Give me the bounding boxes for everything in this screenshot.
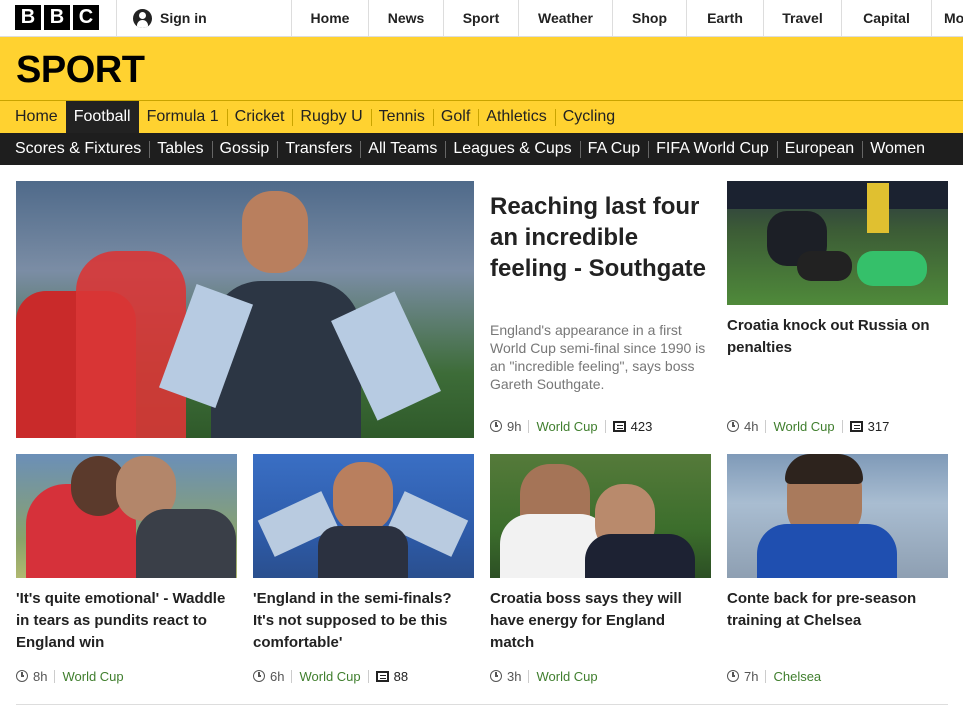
story-meta: 3h World Cup [490,668,598,684]
comments-count[interactable]: 423 [631,419,653,434]
global-nav-news[interactable]: News [368,0,443,36]
story-meta: 7h Chelsea [727,668,821,684]
story-section-link[interactable]: World Cup [299,669,360,684]
sport-nav-cycling[interactable]: Cycling [554,101,623,133]
football-nav-transfers[interactable]: Transfers [277,133,360,165]
section-divider [16,704,948,705]
story-headline[interactable]: Croatia knock out Russia on penalties [727,315,948,359]
football-nav-leagues-cups[interactable]: Leagues & Cups [445,133,579,165]
sport-nav-athletics[interactable]: Athletics [478,101,554,133]
story-image[interactable] [253,454,474,578]
global-nav-weather[interactable]: Weather [518,0,612,36]
global-nav-more[interactable]: Mo [931,0,963,36]
comments-icon [375,670,389,682]
bbc-global-header: B B C Sign in Home News Sport Weather Sh… [0,0,963,37]
clock-icon [490,670,502,682]
sport-title[interactable]: SPORT [16,50,145,90]
bbc-logo[interactable]: B B C [15,5,99,30]
sport-masthead: SPORT [0,37,963,101]
global-nav: Home News Sport Weather Shop Earth Trave… [291,0,963,36]
sport-nav-cricket[interactable]: Cricket [226,101,293,133]
story-image[interactable] [16,454,237,578]
bbc-logo-letter: C [73,5,99,30]
sport-nav-formula1[interactable]: Formula 1 [139,101,227,133]
story-image[interactable] [727,454,948,578]
comments-count[interactable]: 317 [868,419,890,434]
story-section-link[interactable]: World Cup [536,669,597,684]
football-nav-scores-fixtures[interactable]: Scores & Fixtures [7,133,149,165]
bbc-logo-letter: B [15,5,41,30]
lead-story-summary: England's appearance in a first World Cu… [490,322,706,392]
comments-icon [849,420,863,432]
clock-icon [490,420,502,432]
sport-nav: Home Football Formula 1 Cricket Rugby U … [0,101,963,133]
lead-story-meta: 9h World Cup 423 [490,418,652,434]
signin-link[interactable]: Sign in [116,0,292,36]
sport-nav-golf[interactable]: Golf [432,101,478,133]
story-image[interactable] [727,181,948,305]
signin-label: Sign in [160,10,207,26]
story-section-link[interactable]: World Cup [536,419,597,434]
user-icon [133,8,152,28]
global-nav-capital[interactable]: Capital [841,0,931,36]
story-headline[interactable]: Croatia boss says they will have energy … [490,588,711,654]
football-nav-fa-cup[interactable]: FA Cup [579,133,648,165]
story-meta: 6h World Cup 88 [253,668,408,684]
bbc-logo-letter: B [44,5,70,30]
football-nav-tables[interactable]: Tables [149,133,211,165]
football-nav-women[interactable]: Women [862,133,933,165]
clock-icon [253,670,265,682]
global-nav-earth[interactable]: Earth [686,0,763,36]
global-nav-home[interactable]: Home [291,0,368,36]
clock-icon [727,420,739,432]
story-headline[interactable]: 'It's quite emotional' - Waddle in tears… [16,588,237,654]
football-nav-european[interactable]: European [776,133,862,165]
sport-nav-football[interactable]: Football [65,101,139,133]
clock-icon [727,670,739,682]
global-nav-travel[interactable]: Travel [763,0,841,36]
story-section-link[interactable]: World Cup [62,669,123,684]
sport-nav-tennis[interactable]: Tennis [370,101,433,133]
football-nav-fifa-world-cup[interactable]: FIFA World Cup [648,133,777,165]
story-headline[interactable]: Conte back for pre-season training at Ch… [727,588,948,632]
story-meta: 8h World Cup [16,668,124,684]
sport-nav-home[interactable]: Home [7,101,66,133]
story-headline[interactable]: 'England in the semi-finals? It's not su… [253,588,474,654]
story-time: 8h [33,668,48,684]
global-nav-shop[interactable]: Shop [612,0,686,36]
story-time: 9h [507,418,522,434]
comments-icon [612,420,626,432]
story-image[interactable] [490,454,711,578]
comments-count[interactable]: 88 [394,669,408,684]
football-nav-gossip[interactable]: Gossip [211,133,278,165]
story-time: 3h [507,668,522,684]
story-section-link[interactable]: World Cup [773,419,834,434]
story-section-link[interactable]: Chelsea [773,669,821,684]
lead-story-headline[interactable]: Reaching last four an incredible feeling… [490,191,710,284]
football-nav: Scores & Fixtures Tables Gossip Transfer… [0,133,963,165]
clock-icon [16,670,28,682]
football-nav-all-teams[interactable]: All Teams [360,133,445,165]
lead-story-image[interactable] [16,181,474,438]
sport-nav-rugby-union[interactable]: Rugby U [292,101,370,133]
story-time: 7h [744,668,759,684]
global-nav-sport[interactable]: Sport [443,0,518,36]
story-time: 6h [270,668,285,684]
story-time: 4h [744,418,759,434]
story-meta: 4h World Cup 317 [727,418,889,434]
